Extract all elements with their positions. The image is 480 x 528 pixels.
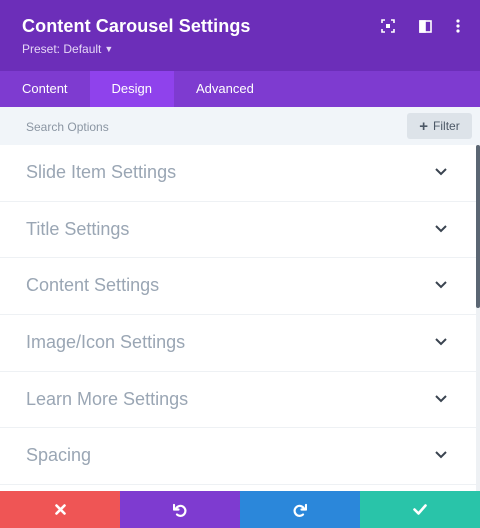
tab-design[interactable]: Design: [89, 71, 175, 107]
section-slide-item-settings[interactable]: Slide Item Settings: [0, 145, 476, 202]
section-title-settings[interactable]: Title Settings: [0, 201, 476, 259]
search-input[interactable]: Search Options: [26, 120, 109, 134]
modal-title: Content Carousel Settings: [22, 16, 251, 36]
chevron-down-icon: [435, 224, 447, 233]
preset-label: Preset: Default: [22, 42, 102, 56]
split-view-icon[interactable]: [416, 17, 434, 35]
section-spacing[interactable]: Spacing: [0, 428, 476, 486]
section-label: Content Settings: [26, 275, 160, 296]
check-icon: [413, 504, 427, 515]
search-bar: Search Options + Filter: [0, 107, 480, 145]
chevron-down-icon: [435, 395, 447, 403]
tab-bar: Content Design Advanced: [0, 71, 480, 107]
filter-button[interactable]: + Filter: [407, 113, 472, 139]
chevron-down-icon: [435, 451, 447, 459]
action-footer: [0, 491, 480, 528]
modal-header: Content Carousel Settings Preset: Defaul…: [0, 0, 480, 71]
more-vertical-icon[interactable]: [449, 17, 467, 35]
section-content-settings[interactable]: Content Settings: [0, 258, 476, 316]
section-image-icon-settings[interactable]: Image/Icon Settings: [0, 315, 476, 372]
tab-content[interactable]: Content: [0, 71, 90, 107]
redo-icon: [293, 503, 307, 517]
section-label: Slide Item Settings: [26, 162, 177, 182]
chevron-down-icon: [435, 168, 447, 176]
preset-selector[interactable]: Preset: Default ▼: [22, 42, 113, 56]
cancel-button[interactable]: [0, 491, 120, 528]
chevron-down-icon: [435, 281, 447, 289]
section-learn-more-settings[interactable]: Learn More Settings: [0, 371, 476, 429]
undo-icon: [173, 503, 187, 517]
redo-button[interactable]: [240, 491, 360, 528]
scrollbar-thumb[interactable]: [476, 145, 480, 308]
tab-advanced[interactable]: Advanced: [174, 71, 276, 107]
chevron-down-icon: [435, 338, 447, 346]
section-label: Learn More Settings: [26, 388, 189, 409]
focus-icon[interactable]: [379, 17, 397, 35]
section-label: Image/Icon Settings: [26, 332, 186, 353]
close-icon: [54, 504, 66, 515]
undo-button[interactable]: [120, 491, 240, 528]
save-button[interactable]: [360, 491, 480, 528]
filter-label: Filter: [433, 119, 460, 133]
settings-list: Slide Item Settings Title Settings Conte…: [0, 145, 476, 491]
section-label: Spacing: [26, 445, 92, 466]
section-label: Title Settings: [26, 218, 130, 239]
plus-icon: +: [419, 117, 429, 135]
caret-down-icon: ▼: [104, 44, 114, 54]
